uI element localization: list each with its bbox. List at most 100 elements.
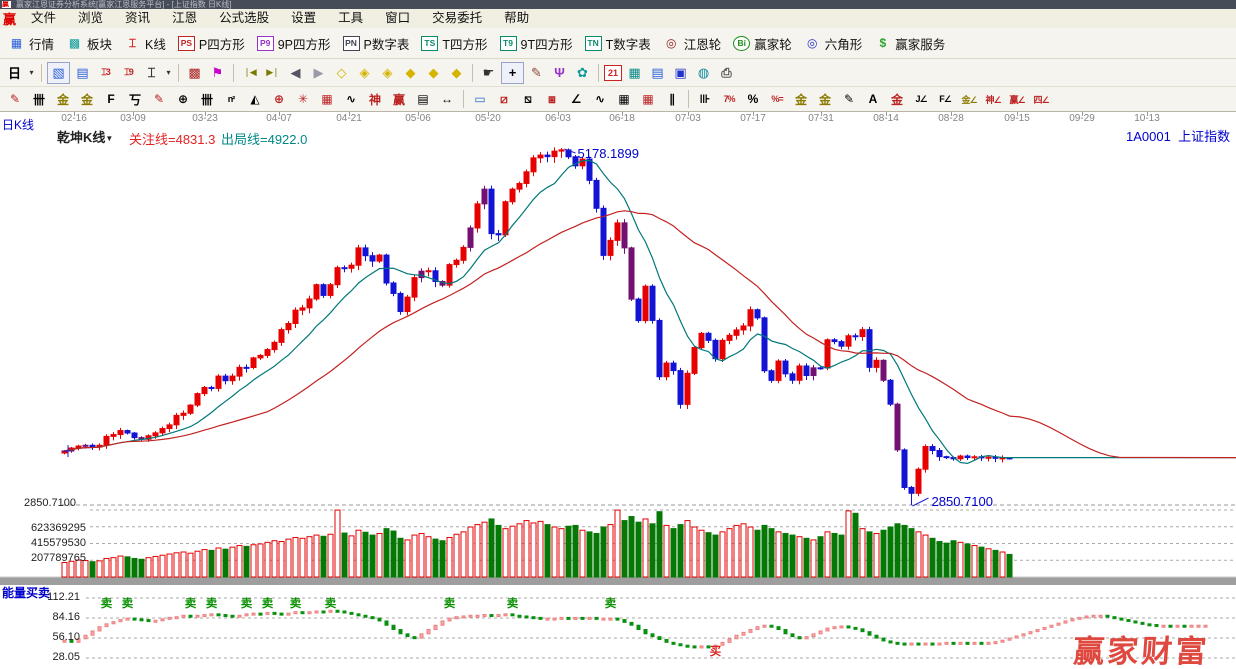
draw-percent-line[interactable]: %= <box>766 90 788 109</box>
draw-parallel[interactable]: ∥ <box>661 90 683 109</box>
calculator-button[interactable]: ▦ <box>624 63 645 83</box>
chart-canvas[interactable]: 卖卖卖卖卖卖卖卖卖卖卖买 <box>0 124 1236 669</box>
menu-item-设置[interactable]: 设置 <box>280 11 327 25</box>
draw-pencil-2[interactable]: ✎ <box>148 90 170 109</box>
draw-four-angle[interactable]: 四∠ <box>1030 90 1052 109</box>
draw-7pct[interactable]: 7% <box>718 90 740 109</box>
toolbar-button-板块[interactable]: ▩板块 <box>61 30 117 56</box>
menu-item-工具[interactable]: 工具 <box>327 11 374 25</box>
menu-item-交易委托[interactable]: 交易委托 <box>421 11 493 25</box>
net-data-button[interactable]: ◍ <box>693 63 714 83</box>
draw-a-wave[interactable]: A <box>862 90 884 109</box>
kline-type-dropdown[interactable]: 乾坤K线▼ <box>57 127 113 146</box>
draw-spiral[interactable]: 丂 <box>124 90 146 109</box>
draw-f-angle[interactable]: F∠ <box>934 90 956 109</box>
toolbar-button-T数字表[interactable]: TNT数字表 <box>580 30 656 56</box>
period-dropdown[interactable]: ▾ <box>27 63 36 83</box>
draw-pen-bar[interactable]: ✎ <box>838 90 860 109</box>
gann-square-tool-3[interactable]: ◈ <box>377 63 398 83</box>
prev-page-button[interactable]: ◀ <box>285 63 306 83</box>
draw-box-fan[interactable]: ⧅ <box>517 90 539 109</box>
gann-square-tool-2[interactable]: ◈ <box>354 63 375 83</box>
small-3-kline-button[interactable]: ⌶3 <box>95 63 116 83</box>
menu-item-窗口[interactable]: 窗口 <box>374 11 421 25</box>
draw-n-square[interactable]: n² <box>220 90 242 109</box>
toolbar-button-江恩轮[interactable]: ◎江恩轮 <box>658 30 727 56</box>
toolbar-button-P四方形[interactable]: PSP四方形 <box>173 30 250 56</box>
menu-item-公式选股[interactable]: 公式选股 <box>208 11 280 25</box>
pattern-tool-button[interactable]: ✿ <box>572 63 593 83</box>
report-button[interactable]: ▤ <box>72 63 93 83</box>
menu-item-江恩[interactable]: 江恩 <box>161 11 208 25</box>
draw-grid-lines[interactable]: 卌 <box>28 90 50 109</box>
notes-button[interactable]: ▤ <box>647 63 668 83</box>
draw-ying-angle[interactable]: 赢∠ <box>1006 90 1028 109</box>
draw-ruler-123[interactable]: ▤ <box>412 90 434 109</box>
flag-marker-button[interactable]: ⚑ <box>207 63 228 83</box>
draw-grid-red[interactable]: ▦ <box>637 90 659 109</box>
draw-gold-grid-1[interactable]: 金 <box>52 90 74 109</box>
draw-j-angle[interactable]: J∠ <box>910 90 932 109</box>
draw-gold-grid-2[interactable]: 金 <box>76 90 98 109</box>
gann-square-tool-5[interactable]: ◆ <box>423 63 444 83</box>
main-chart-button[interactable]: ▧ <box>47 62 70 84</box>
draw-box[interactable]: ▭ <box>469 90 491 109</box>
draw-gold-circle[interactable]: 金 <box>790 90 812 109</box>
draw-fan-red[interactable]: ⧄ <box>493 90 515 109</box>
draw-shen-tool[interactable]: 神 <box>364 90 386 109</box>
menu-item-浏览[interactable]: 浏览 <box>67 11 114 25</box>
printer-button[interactable]: ⎙ <box>716 63 737 83</box>
draw-angle[interactable]: ◭ <box>244 90 266 109</box>
draw-angle-lines[interactable]: ∠ <box>565 90 587 109</box>
hand-tool-button[interactable]: ☛ <box>478 63 499 83</box>
toolbar-button-赢家服务[interactable]: $赢家服务 <box>869 30 950 56</box>
toolbar-button-9T四方形[interactable]: T99T四方形 <box>495 30 578 56</box>
next-page-button[interactable]: ▶ <box>308 63 329 83</box>
period-day-button[interactable]: 日 <box>4 63 25 83</box>
gann-square-tool-6[interactable]: ◆ <box>446 63 467 83</box>
toolbar-button-行情[interactable]: ▦行情 <box>3 30 59 56</box>
draw-red-grid-box[interactable]: ▦ <box>316 90 338 109</box>
draw-f-grid[interactable]: F <box>100 90 122 109</box>
toolbar-button-赢家轮[interactable]: Bi赢家轮 <box>728 30 797 56</box>
draw-zigzag[interactable]: ∿ <box>340 90 362 109</box>
toolbar-button-T四方形[interactable]: TST四方形 <box>416 30 492 56</box>
draw-ruler-lines[interactable]: 卌 <box>196 90 218 109</box>
crosshair-tool-button[interactable]: + <box>501 62 524 84</box>
draw-gold-line[interactable]: 金 <box>814 90 836 109</box>
draw-pencil[interactable]: ✎ <box>4 90 26 109</box>
menu-item-文件[interactable]: 文件 <box>20 11 67 25</box>
gann-square-tool-4[interactable]: ◆ <box>400 63 421 83</box>
toolbar-separator <box>472 64 473 82</box>
last-page-button[interactable]: ▶❘ <box>262 63 283 83</box>
stamp-tool-button[interactable]: Ψ <box>549 63 570 83</box>
draw-ying-tool[interactable]: 赢 <box>388 90 410 109</box>
toolbar-button-K线[interactable]: ⌶K线 <box>119 30 171 56</box>
draw-box-fan-red[interactable]: ⧆ <box>541 90 563 109</box>
draw-red-compass[interactable]: ⊕ <box>268 90 290 109</box>
qiankun-kline-button[interactable]: ▩ <box>184 63 205 83</box>
save-button[interactable]: ▣ <box>670 63 691 83</box>
draw-wave[interactable]: ∿ <box>589 90 611 109</box>
draw-h-measure[interactable]: ↔ <box>436 90 458 109</box>
draw-gold-angle[interactable]: 金∠ <box>958 90 980 109</box>
candle-style-button[interactable]: ⌶ <box>141 63 162 83</box>
pen-tool-button[interactable]: ✎ <box>526 63 547 83</box>
toolbar-button-P数字表[interactable]: PNP数字表 <box>338 30 415 56</box>
toolbar-button-9P四方形[interactable]: P99P四方形 <box>252 30 336 56</box>
draw-starburst[interactable]: ✳ <box>292 90 314 109</box>
first-page-button[interactable]: ❘◀ <box>239 63 260 83</box>
draw-shen-angle[interactable]: 神∠ <box>982 90 1004 109</box>
draw-percent[interactable]: % <box>742 90 764 109</box>
calendar-button[interactable]: 21 <box>604 65 622 81</box>
small-9-kline-button[interactable]: ⌶9 <box>118 63 139 83</box>
menu-item-帮助[interactable]: 帮助 <box>493 11 540 25</box>
menu-item-资讯[interactable]: 资讯 <box>114 11 161 25</box>
gann-square-tool-1[interactable]: ◇ <box>331 63 352 83</box>
draw-grid-black[interactable]: ▦ <box>613 90 635 109</box>
draw-circle-cross[interactable]: ⊕ <box>172 90 194 109</box>
candle-style-dropdown[interactable]: ▾ <box>164 63 173 83</box>
draw-gold-red[interactable]: 金 <box>886 90 908 109</box>
draw-bars[interactable]: ⊪ <box>694 90 716 109</box>
toolbar-button-六角形[interactable]: ◎六角形 <box>799 30 868 56</box>
